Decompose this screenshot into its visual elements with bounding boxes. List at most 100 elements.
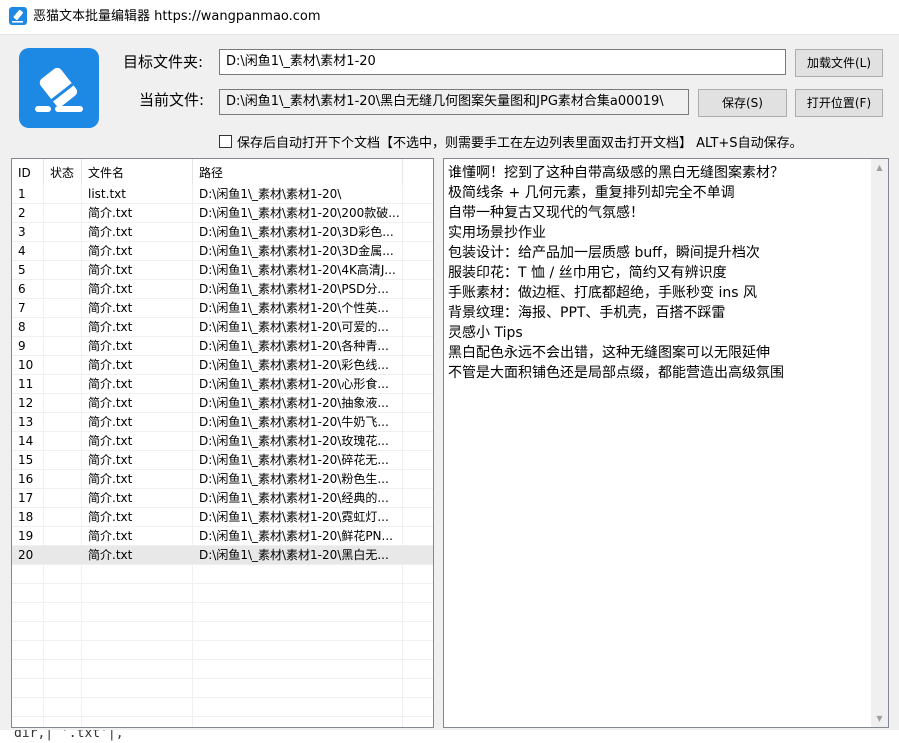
- file-list-header: ID 状态 文件名 路径: [12, 159, 433, 185]
- scroll-down-icon[interactable]: ▼: [871, 710, 888, 727]
- table-row[interactable]: 14 简介.txt D:\闲鱼1\_素材\素材1-20\玫瑰花...: [12, 432, 433, 451]
- table-row[interactable]: 19 简介.txt D:\闲鱼1\_素材\素材1-20\鲜花PN...: [12, 527, 433, 546]
- cell-filename: 简介.txt: [88, 491, 133, 505]
- file-list[interactable]: ID 状态 文件名 路径 1 list.txt D:\闲鱼1\_素材\素材1-20\…: [11, 158, 434, 728]
- cell-status: [44, 546, 82, 564]
- background-code-text: dir,| '.txt'|,: [14, 730, 124, 741]
- column-header-filename[interactable]: 文件名: [82, 159, 193, 185]
- cell-status: [44, 337, 82, 355]
- cell-status: [44, 185, 82, 203]
- table-row[interactable]: 12 简介.txt D:\闲鱼1\_素材\素材1-20\抽象液...: [12, 394, 433, 413]
- cell-path: D:\闲鱼1\_素材\素材1-20\3D彩色...: [199, 225, 394, 239]
- cell-id: 18: [18, 510, 34, 524]
- cell-filename: 简介.txt: [88, 206, 133, 220]
- cell-path: D:\闲鱼1\_素材\素材1-20\玫瑰花...: [199, 434, 389, 448]
- text-editor[interactable]: 谁懂啊！挖到了这种自带高级感的黑白无缝图案素材？ 极简线条 + 几何元素，重复排列…: [443, 158, 889, 728]
- editor-line: 不管是大面积铺色还是局部点缀，都能营造出高级氛围: [448, 365, 784, 381]
- table-row[interactable]: 6 简介.txt D:\闲鱼1\_素材\素材1-20\PSD分...: [12, 280, 433, 299]
- auto-open-option[interactable]: 保存后自动打开下个文档【不选中，则需要手工在左边列表里面双击打开文档】 ALT+…: [219, 132, 803, 151]
- table-row[interactable]: 17 简介.txt D:\闲鱼1\_素材\素材1-20\经典的...: [12, 489, 433, 508]
- cell-path: D:\闲鱼1\_素材\素材1-20\3D金属...: [199, 244, 394, 258]
- cell-path: D:\闲鱼1\_素材\素材1-20\PSD分...: [199, 282, 389, 296]
- empty-row: [12, 622, 433, 641]
- table-row[interactable]: 16 简介.txt D:\闲鱼1\_素材\素材1-20\粉色生...: [12, 470, 433, 489]
- cell-path: D:\闲鱼1\_素材\素材1-20\霓虹灯...: [199, 510, 389, 524]
- cell-path: D:\闲鱼1\_素材\素材1-20\经典的...: [199, 491, 389, 505]
- target-folder-input[interactable]: D:\闲鱼1\_素材\素材1-20: [219, 49, 786, 75]
- table-row[interactable]: 13 简介.txt D:\闲鱼1\_素材\素材1-20\牛奶飞...: [12, 413, 433, 432]
- cell-status: [44, 356, 82, 374]
- table-row[interactable]: 7 简介.txt D:\闲鱼1\_素材\素材1-20\个性英...: [12, 299, 433, 318]
- table-row[interactable]: 4 简介.txt D:\闲鱼1\_素材\素材1-20\3D金属...: [12, 242, 433, 261]
- cell-id: 8: [18, 320, 26, 334]
- editor-line: 服装印花：T 恤 / 丝巾用它，简约又有辨识度: [448, 265, 727, 281]
- cell-id: 14: [18, 434, 34, 448]
- current-file-field[interactable]: D:\闲鱼1\_素材\素材1-20\黑白无缝几何图案矢量图和JPG素材合集a00…: [219, 89, 689, 115]
- table-row[interactable]: 18 简介.txt D:\闲鱼1\_素材\素材1-20\霓虹灯...: [12, 508, 433, 527]
- cell-id: 7: [18, 301, 26, 315]
- target-folder-label: 目标文件夹:: [123, 53, 204, 71]
- table-row[interactable]: 2 简介.txt D:\闲鱼1\_素材\素材1-20\200款破...: [12, 204, 433, 223]
- cell-filename: 简介.txt: [88, 529, 133, 543]
- column-header-id[interactable]: ID: [12, 159, 44, 185]
- cell-filename: 简介.txt: [88, 320, 133, 334]
- scroll-up-icon[interactable]: ▲: [871, 159, 888, 176]
- table-row[interactable]: 15 简介.txt D:\闲鱼1\_素材\素材1-20\碎花无...: [12, 451, 433, 470]
- cell-filename: 简介.txt: [88, 396, 133, 410]
- cell-status: [44, 432, 82, 450]
- table-row[interactable]: 9 简介.txt D:\闲鱼1\_素材\素材1-20\各种青...: [12, 337, 433, 356]
- table-row[interactable]: 10 简介.txt D:\闲鱼1\_素材\素材1-20\彩色线...: [12, 356, 433, 375]
- editor-scrollbar[interactable]: ▲ ▼: [871, 159, 888, 727]
- table-row[interactable]: 3 简介.txt D:\闲鱼1\_素材\素材1-20\3D彩色...: [12, 223, 433, 242]
- cell-id: 20: [18, 548, 34, 562]
- empty-row: [12, 565, 433, 584]
- cell-filename: 简介.txt: [88, 225, 133, 239]
- cell-id: 10: [18, 358, 34, 372]
- cell-path: D:\闲鱼1\_素材\素材1-20\个性英...: [199, 301, 389, 315]
- cell-id: 13: [18, 415, 34, 429]
- cell-path: D:\闲鱼1\_素材\素材1-20\4K高清J...: [199, 263, 396, 277]
- table-row[interactable]: 1 list.txt D:\闲鱼1\_素材\素材1-20\: [12, 185, 433, 204]
- auto-open-label: 保存后自动打开下个文档【不选中，则需要手工在左边列表里面双击打开文档】 ALT+…: [237, 136, 803, 151]
- cell-id: 9: [18, 339, 26, 353]
- cell-status: [44, 242, 82, 260]
- cell-status: [44, 451, 82, 469]
- app-icon: [9, 7, 27, 25]
- cell-path: D:\闲鱼1\_素材\素材1-20\各种青...: [199, 339, 389, 353]
- cell-filename: 简介.txt: [88, 377, 133, 391]
- cell-path: D:\闲鱼1\_素材\素材1-20\心形食...: [199, 377, 389, 391]
- auto-open-checkbox[interactable]: [219, 135, 232, 148]
- background-window-peek: dir,| '.txt'|,: [0, 730, 899, 743]
- save-button[interactable]: 保存(S): [698, 89, 787, 117]
- cell-id: 16: [18, 472, 34, 486]
- table-row[interactable]: 8 简介.txt D:\闲鱼1\_素材\素材1-20\可爱的...: [12, 318, 433, 337]
- cell-id: 12: [18, 396, 34, 410]
- editor-content[interactable]: 谁懂啊！挖到了这种自带高级感的黑白无缝图案素材？ 极简线条 + 几何元素，重复排列…: [448, 163, 866, 383]
- cell-status: [44, 375, 82, 393]
- cell-id: 4: [18, 244, 26, 258]
- empty-row: [12, 660, 433, 679]
- open-location-button[interactable]: 打开位置(F): [795, 89, 883, 117]
- column-header-status[interactable]: 状态: [44, 159, 82, 185]
- cell-status: [44, 413, 82, 431]
- cell-status: [44, 318, 82, 336]
- cell-id: 5: [18, 263, 26, 277]
- editor-line: 黑白配色永远不会出错，这种无缝图案可以无限延伸: [448, 345, 770, 361]
- cell-status: [44, 261, 82, 279]
- file-list-body: 1 list.txt D:\闲鱼1\_素材\素材1-20\ 2 简介.txt D:\闲鱼1…: [12, 185, 433, 717]
- table-row[interactable]: 5 简介.txt D:\闲鱼1\_素材\素材1-20\4K高清J...: [12, 261, 433, 280]
- load-files-button[interactable]: 加载文件(L): [795, 49, 883, 77]
- cell-path: D:\闲鱼1\_素材\素材1-20\抽象液...: [199, 396, 389, 410]
- editor-line: 包装设计：给产品加一层质感 buff，瞬间提升档次: [448, 245, 760, 261]
- cell-id: 3: [18, 225, 26, 239]
- column-header-path[interactable]: 路径: [193, 159, 403, 185]
- cell-filename: 简介.txt: [88, 282, 133, 296]
- cell-status: [44, 299, 82, 317]
- cell-id: 15: [18, 453, 34, 467]
- table-row[interactable]: 20 简介.txt D:\闲鱼1\_素材\素材1-20\黑白无...: [12, 546, 433, 565]
- cell-path: D:\闲鱼1\_素材\素材1-20\可爱的...: [199, 320, 389, 334]
- table-row[interactable]: 11 简介.txt D:\闲鱼1\_素材\素材1-20\心形食...: [12, 375, 433, 394]
- editor-line: 极简线条 + 几何元素，重复排列却完全不单调: [448, 185, 735, 201]
- cell-path: D:\闲鱼1\_素材\素材1-20\: [199, 187, 342, 201]
- cell-path: D:\闲鱼1\_素材\素材1-20\黑白无...: [199, 548, 389, 562]
